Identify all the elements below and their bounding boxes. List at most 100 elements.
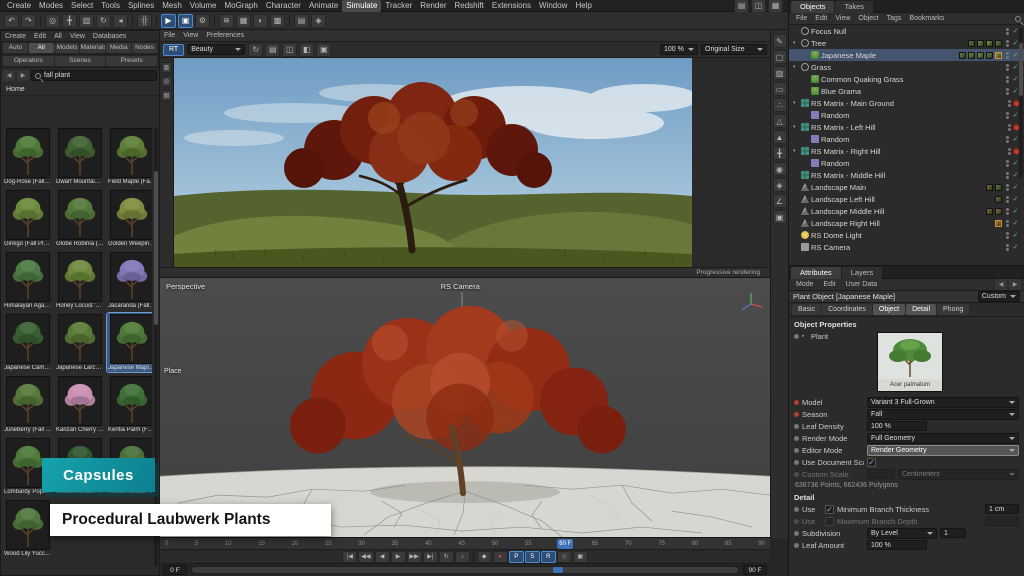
object-row[interactable]: Landscape Main✓ xyxy=(789,181,1024,193)
menu-window[interactable]: Window xyxy=(535,0,571,12)
tab-objects[interactable]: Objects xyxy=(791,1,834,13)
attr-tab-detail[interactable]: Detail xyxy=(906,304,936,315)
anim-dot[interactable] xyxy=(794,424,799,429)
forward-icon[interactable]: ▶ xyxy=(17,70,29,81)
anim-dot[interactable] xyxy=(794,400,799,405)
mograph-icon[interactable]: ▦ xyxy=(236,14,251,28)
visibility-dots[interactable] xyxy=(1006,184,1009,191)
workplane-mode-icon[interactable]: ▭ xyxy=(773,82,787,96)
quantize-icon[interactable]: ∠ xyxy=(773,194,787,208)
filter-tab-all[interactable]: All xyxy=(29,43,54,53)
redo-icon[interactable]: ↷ xyxy=(21,14,36,28)
prev-frame-button[interactable]: ◀ xyxy=(375,551,390,563)
material-tag[interactable] xyxy=(995,208,1002,215)
number-field[interactable]: 100 % xyxy=(867,421,927,431)
at-menu-edit[interactable]: Edit xyxy=(820,281,840,288)
plant-item[interactable]: Kanzan Cherry (Fall Plant) xyxy=(55,375,105,434)
expand-arrow-icon[interactable]: ▾ xyxy=(793,64,799,70)
layout-single-icon[interactable]: ▤ xyxy=(734,0,749,13)
dropdown[interactable]: By Level xyxy=(867,528,937,539)
number-field[interactable]: 100 % xyxy=(867,540,927,550)
expand-arrow-icon[interactable]: ▾ xyxy=(793,40,799,46)
enabled-check[interactable]: ✓ xyxy=(1011,195,1020,203)
material-tag[interactable] xyxy=(977,40,984,47)
visibility-dots[interactable] xyxy=(1006,88,1009,95)
viewport-view-label[interactable]: Perspective xyxy=(166,282,205,291)
back-icon[interactable]: ◀ xyxy=(3,70,15,81)
next-key-button[interactable]: ▶▶ xyxy=(407,551,422,563)
plant-item[interactable]: Wood Lily Yucca (Fall Plant) xyxy=(3,499,53,558)
menu-simulate[interactable]: Simulate xyxy=(342,0,381,12)
record-keyframe-button[interactable]: ◆ xyxy=(477,551,492,563)
number-field[interactable] xyxy=(867,469,895,479)
enabled-check[interactable]: ✓ xyxy=(1011,219,1020,227)
record-rotation-toggle[interactable]: R xyxy=(541,551,556,563)
menu-select[interactable]: Select xyxy=(67,0,97,12)
number-field[interactable] xyxy=(985,516,1019,526)
pv-info-icon[interactable]: ◎ xyxy=(161,76,172,87)
sub-tab-operators[interactable]: Operators xyxy=(3,56,54,66)
object-row[interactable]: Common Quaking Grass✓ xyxy=(789,73,1024,85)
lock-icon[interactable]: ▣ xyxy=(773,210,787,224)
texture-mode-icon[interactable]: ▨ xyxy=(773,66,787,80)
plant-item[interactable]: Jacaranda (Fall Plant) xyxy=(107,251,152,310)
material-tag[interactable] xyxy=(995,40,1002,47)
checkbox[interactable]: ✓ xyxy=(825,505,834,514)
search-input[interactable]: fall plant xyxy=(31,70,157,81)
dropdown[interactable]: Centimeters xyxy=(898,469,1019,480)
attr-tab-phong[interactable]: Phong xyxy=(937,304,969,315)
plant-preview[interactable]: Acer palmatum xyxy=(877,332,943,392)
object-row[interactable]: Random✓ xyxy=(789,157,1024,169)
edges-mode-icon[interactable]: △ xyxy=(773,114,787,128)
op-menu-object[interactable]: Object xyxy=(854,15,882,22)
rt-toggle-button[interactable]: RT xyxy=(163,44,184,56)
dropdown[interactable]: Render Geometry xyxy=(867,445,1019,456)
scrollbar[interactable] xyxy=(1019,28,1023,178)
visibility-dots[interactable] xyxy=(1006,76,1009,83)
zoom-dropdown[interactable]: 100 % xyxy=(660,44,698,55)
anim-dot[interactable] xyxy=(794,519,799,524)
expand-arrow-icon[interactable]: ▾ xyxy=(793,100,799,106)
visibility-dots[interactable] xyxy=(1006,112,1009,119)
volume-icon[interactable]: ▩ xyxy=(270,14,285,28)
keyframe-selection-toggle[interactable]: ▣ xyxy=(573,551,588,563)
range-start-field[interactable]: 0 F xyxy=(163,565,187,575)
filter-tab-models[interactable]: Models xyxy=(55,43,80,53)
timeline-ruler[interactable]: 051015202530354045505560657075808590 60 … xyxy=(160,538,770,550)
number-field[interactable]: 1 xyxy=(940,528,966,538)
menu-extensions[interactable]: Extensions xyxy=(488,0,535,12)
visibility-dots[interactable] xyxy=(1008,124,1011,131)
material-tag[interactable] xyxy=(986,52,993,59)
anim-dot[interactable] xyxy=(794,507,799,512)
dropdown[interactable]: Fall xyxy=(867,409,1019,420)
tab-takes[interactable]: Takes xyxy=(835,1,873,13)
current-frame-marker[interactable]: 60 F xyxy=(557,539,573,549)
object-row[interactable]: RS Dome Light✓ xyxy=(789,229,1024,241)
material-tag[interactable] xyxy=(995,52,1002,59)
menu-mesh[interactable]: Mesh xyxy=(158,0,186,12)
menu-splines[interactable]: Splines xyxy=(124,0,158,12)
object-row[interactable]: Japanese Maple✓ xyxy=(789,49,1024,61)
menu-volume[interactable]: Volume xyxy=(186,0,221,12)
visibility-dots[interactable] xyxy=(1006,232,1009,239)
menu-redshift[interactable]: Redshift xyxy=(451,0,488,12)
plant-item[interactable]: Kentia Palm (Fall Plant) xyxy=(107,375,152,434)
render-view-button[interactable]: ▶ xyxy=(161,14,176,28)
layout-split-icon[interactable]: ◫ xyxy=(751,0,766,13)
object-row[interactable]: Random✓ xyxy=(789,109,1024,121)
material-tag[interactable] xyxy=(968,40,975,47)
filter-tab-materials[interactable]: Materials xyxy=(80,43,105,53)
dropdown[interactable]: Full Geometry xyxy=(867,433,1019,444)
material-tag[interactable] xyxy=(977,52,984,59)
object-row[interactable]: Focus Null✓ xyxy=(789,25,1024,37)
plant-item[interactable]: Japanese Camellia (Fall Plant) xyxy=(3,313,53,372)
object-row[interactable]: ▾Tree✓ xyxy=(789,37,1024,49)
region-render-icon[interactable]: ▣ xyxy=(316,43,331,57)
visibility-dots[interactable] xyxy=(1006,64,1009,71)
filter-tab-media[interactable]: Media xyxy=(106,43,131,53)
menu-tools[interactable]: Tools xyxy=(97,0,124,12)
loop-button[interactable]: ↻ xyxy=(439,551,454,563)
anim-dot[interactable] xyxy=(794,531,799,536)
plant-item[interactable]: Field Maple (Fall Plant) xyxy=(107,127,152,186)
checkbox[interactable] xyxy=(825,517,834,526)
